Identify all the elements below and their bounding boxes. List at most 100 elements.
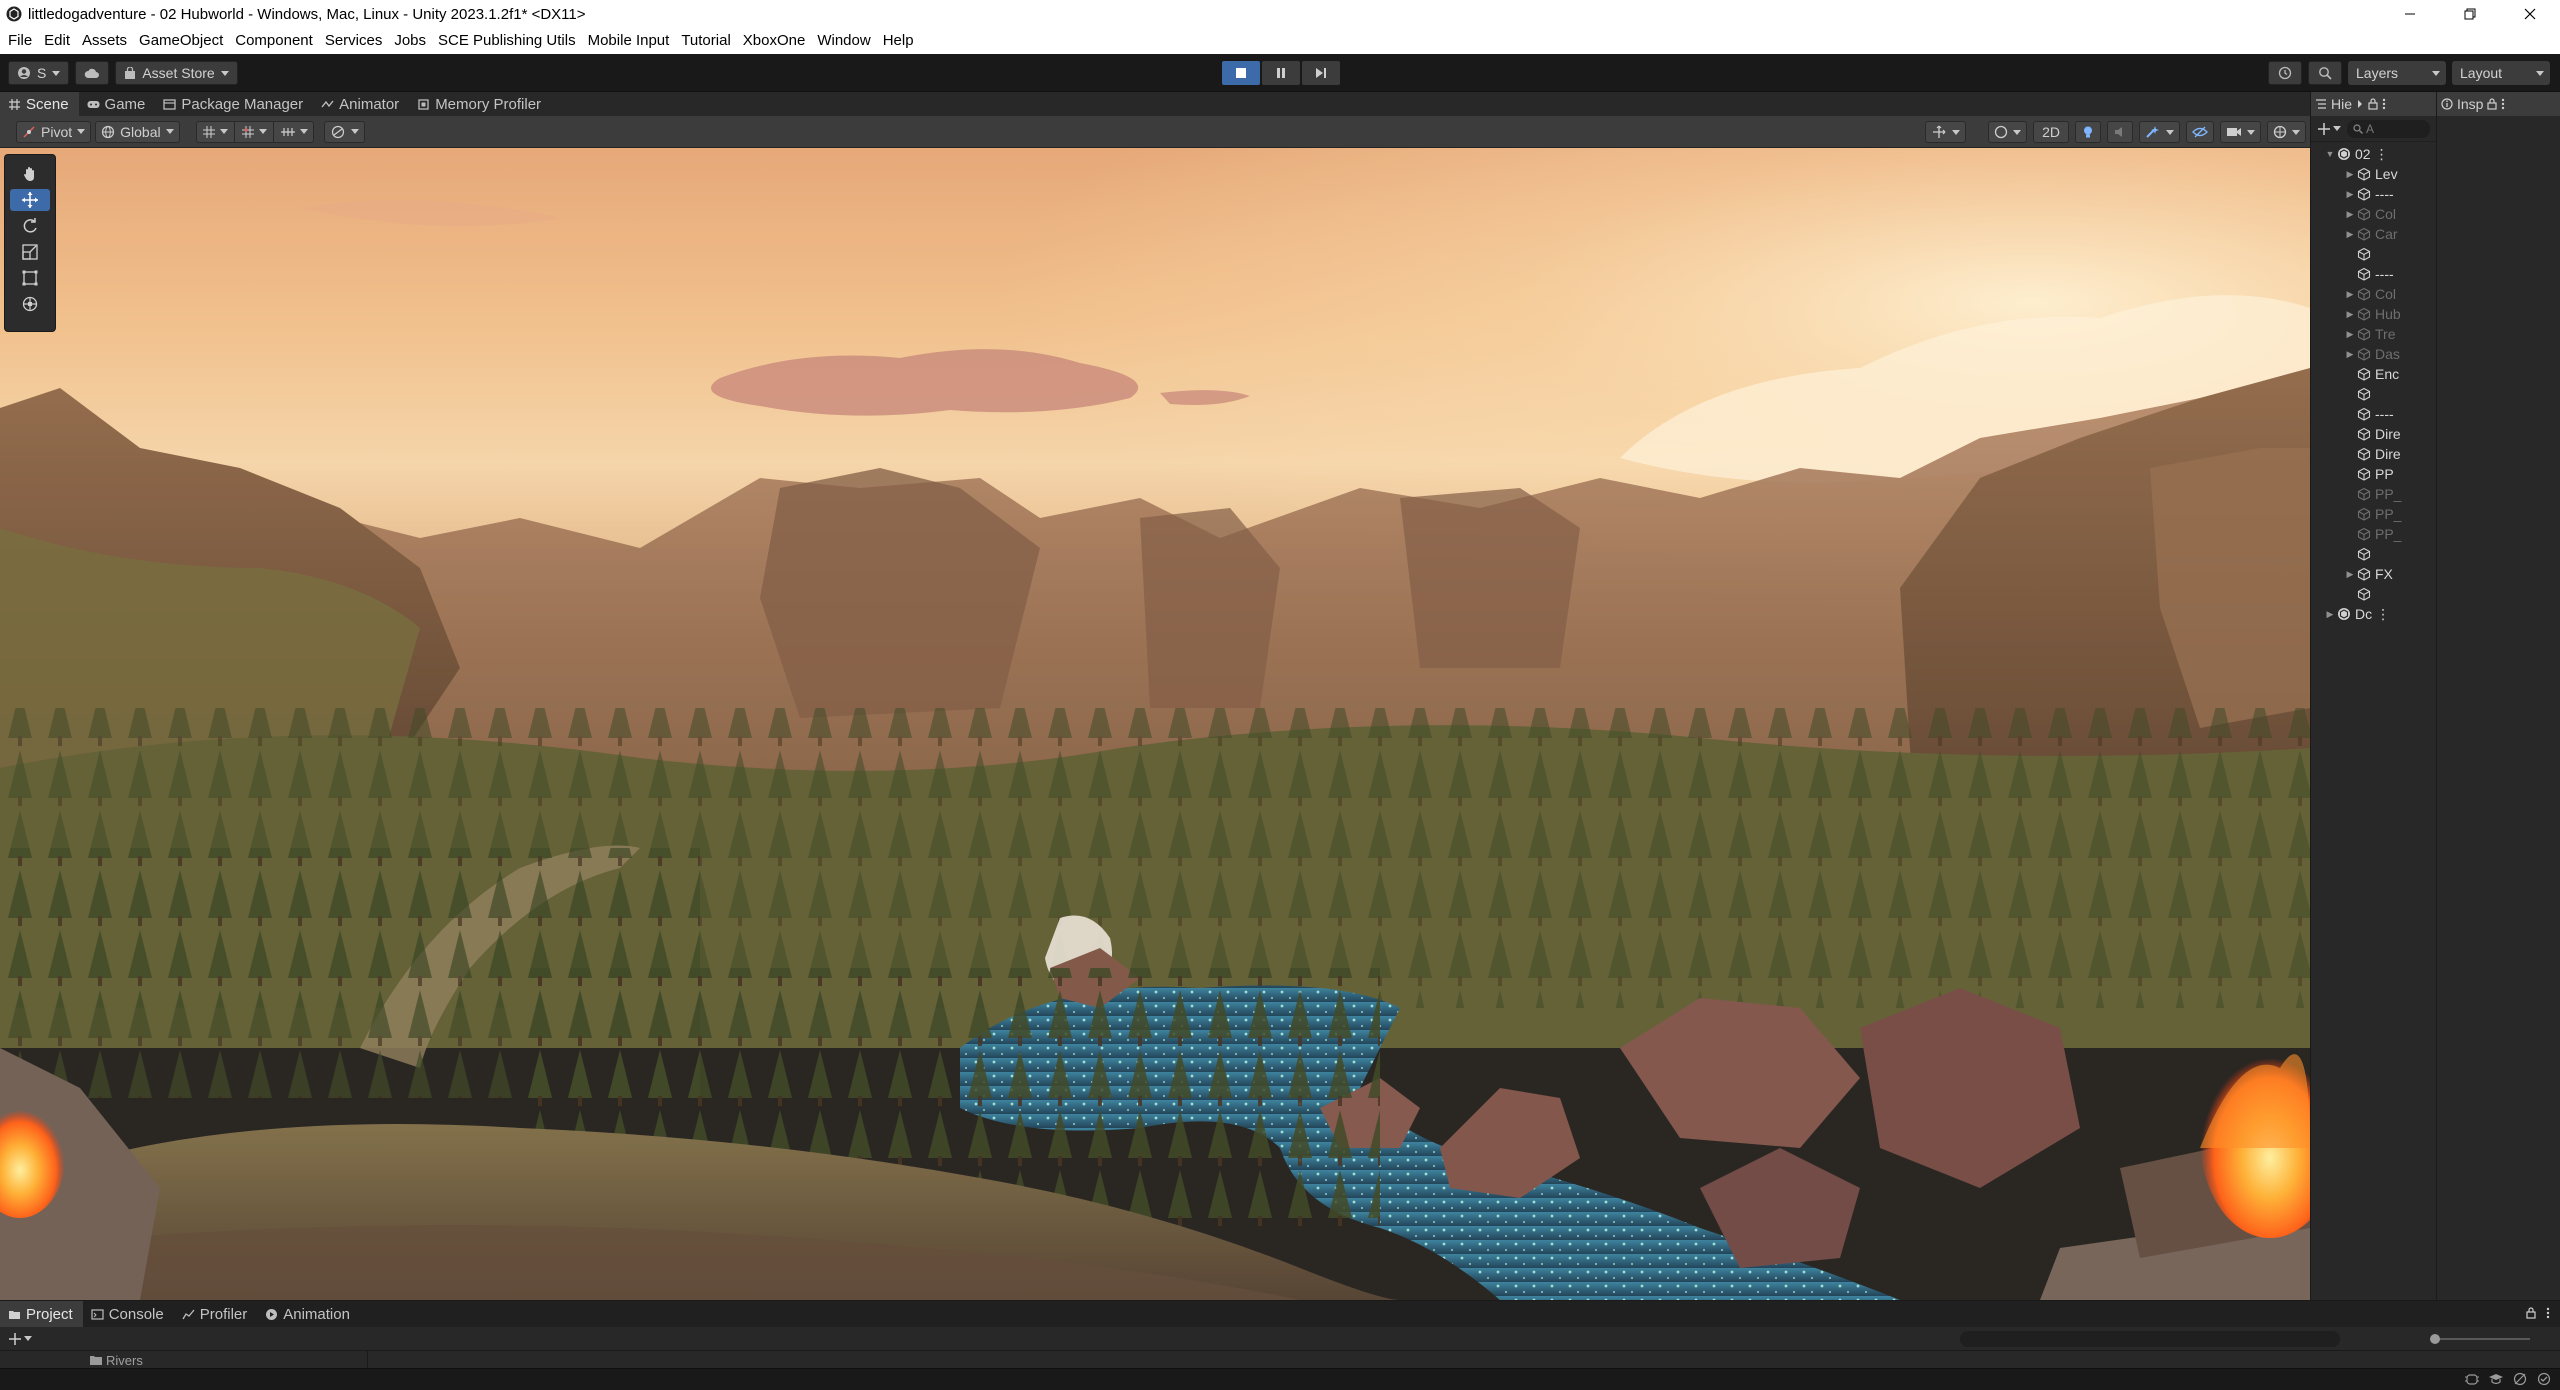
menu-mobile-input[interactable]: Mobile Input [582,28,676,54]
tab-scene[interactable]: Scene [0,92,79,116]
view-options-dropdown[interactable] [323,120,365,143]
hierarchy-row[interactable]: ▶ ---- [2311,184,2436,204]
transform-tool[interactable] [10,293,50,315]
hierarchy-row[interactable]: ▶ Tre [2311,324,2436,344]
hierarchy-search-field[interactable]: A [2347,119,2430,138]
pivot-toggle[interactable]: Pivot [16,120,92,143]
hierarchy-row[interactable]: Dire [2311,444,2436,464]
fold-arrow-icon[interactable]: ▼ [2325,149,2335,159]
layout-dropdown[interactable]: Layout [2452,61,2550,85]
menu-component[interactable]: Component [229,28,319,54]
audio-toggle[interactable] [2107,121,2133,143]
create-button[interactable] [2317,122,2341,136]
graduation-cap-icon[interactable] [2488,1372,2504,1386]
hierarchy-row[interactable]: ▶ FX [2311,564,2436,584]
hierarchy-row[interactable] [2311,584,2436,604]
grid-visibility-toggle[interactable] [202,125,228,139]
fold-arrow-icon[interactable]: ▶ [2345,289,2355,300]
hierarchy-row[interactable]: ▶ Col [2311,284,2436,304]
fold-arrow-icon[interactable]: ▶ [2345,229,2355,240]
fold-arrow-icon[interactable]: ▶ [2345,169,2355,180]
check-circle-icon[interactable] [2536,1372,2552,1386]
more-options-icon[interactable] [2546,1307,2550,1319]
hierarchy-row[interactable]: ▶ Col [2311,204,2436,224]
zoom-slider-handle[interactable] [2430,1333,2440,1344]
hierarchy-row[interactable]: Enc [2311,364,2436,384]
hierarchy-row[interactable] [2311,384,2436,404]
rect-tool[interactable] [10,267,50,289]
project-create-button[interactable] [8,1332,32,1346]
orientation-dropdown[interactable] [1925,121,1967,143]
fold-arrow-icon[interactable]: ▶ [2345,189,2355,200]
hierarchy-row[interactable]: PP_ [2311,524,2436,544]
lock-icon[interactable] [2526,1307,2536,1319]
fold-arrow-icon[interactable]: ▶ [2345,209,2355,220]
more-options-icon[interactable] [2382,98,2386,110]
tab-project[interactable]: Project [0,1301,83,1327]
menu-tutorial[interactable]: Tutorial [675,28,736,54]
project-search-field[interactable] [1960,1330,2340,1347]
effects-dropdown[interactable] [2139,121,2180,143]
more-options-icon[interactable]: ⋮ [2376,606,2390,623]
hierarchy-row[interactable]: ▶ Hub [2311,304,2436,324]
menu-file[interactable]: File [0,28,38,54]
hierarchy-row[interactable] [2311,244,2436,264]
restore-button[interactable] [2440,0,2500,28]
hand-tool[interactable] [10,163,50,185]
menu-edit[interactable]: Edit [38,28,76,54]
fold-arrow-icon[interactable]: ▶ [2345,329,2355,340]
hierarchy-row[interactable]: ---- [2311,404,2436,424]
fold-arrow-icon[interactable]: ▶ [2345,309,2355,320]
scale-tool[interactable] [10,241,50,263]
hierarchy-row[interactable]: PP_ [2311,504,2436,524]
menu-window[interactable]: Window [811,28,876,54]
tab-profiler[interactable]: Profiler [174,1301,258,1327]
menu-gameobject[interactable]: GameObject [133,28,229,54]
hierarchy-row[interactable]: PP_ [2311,484,2436,504]
minimize-button[interactable] [2380,0,2440,28]
more-options-icon[interactable]: ⋮ [2375,146,2389,163]
pause-button[interactable] [1262,61,1300,85]
hierarchy-row[interactable]: Dire [2311,424,2436,444]
tab-game[interactable]: Game [79,92,156,116]
hierarchy-row[interactable]: ▼ 02 ⋮ [2311,144,2436,164]
menu-xboxone[interactable]: XboxOne [737,28,812,54]
hierarchy-row[interactable]: ▶ Das [2311,344,2436,364]
tab-animation[interactable]: Animation [257,1301,360,1327]
increment-snapping-toggle[interactable] [280,125,308,139]
lighting-toggle[interactable] [2075,121,2101,143]
close-button[interactable] [2500,0,2560,28]
lock-icon[interactable] [2368,98,2378,110]
menu-assets[interactable]: Assets [76,28,133,54]
more-options-icon[interactable] [2501,98,2505,110]
hierarchy-row[interactable]: ▶ Car [2311,224,2436,244]
menu-jobs[interactable]: Jobs [388,28,432,54]
play-button[interactable] [1222,61,1260,85]
account-button[interactable]: S [8,61,70,85]
scene-viewport[interactable] [0,148,2310,1300]
hierarchy-tab-label[interactable]: Hie [2331,96,2352,112]
search-button[interactable] [2308,61,2342,85]
zoom-slider[interactable] [2430,1333,2530,1344]
history-button[interactable] [2268,61,2302,85]
menu-sce-publishing-utils[interactable]: SCE Publishing Utils [432,28,582,54]
network-icon[interactable] [2512,1372,2528,1386]
inspector-tab-label[interactable]: Insp [2457,96,2483,112]
hierarchy-row[interactable]: PP [2311,464,2436,484]
tab-package-manager[interactable]: Package Manager [155,92,313,116]
scene-visibility-toggle[interactable] [2186,121,2214,143]
menu-help[interactable]: Help [877,28,920,54]
global-toggle[interactable]: Global [95,120,180,143]
draw-mode-dropdown[interactable] [1988,121,2028,143]
fold-arrow-icon[interactable]: ▶ [2325,609,2335,620]
tab-console[interactable]: Console [83,1301,174,1327]
lock-icon[interactable] [2487,98,2498,110]
debug-icon[interactable] [2464,1372,2480,1386]
rotate-tool[interactable] [10,215,50,237]
cloud-button[interactable] [75,61,110,85]
hierarchy-row[interactable]: ▶ Lev [2311,164,2436,184]
mode-2d-toggle[interactable]: 2D [2033,121,2069,143]
step-button[interactable] [1302,61,1340,85]
asset-store-button[interactable]: Asset Store [115,61,238,85]
hierarchy-row[interactable] [2311,544,2436,564]
